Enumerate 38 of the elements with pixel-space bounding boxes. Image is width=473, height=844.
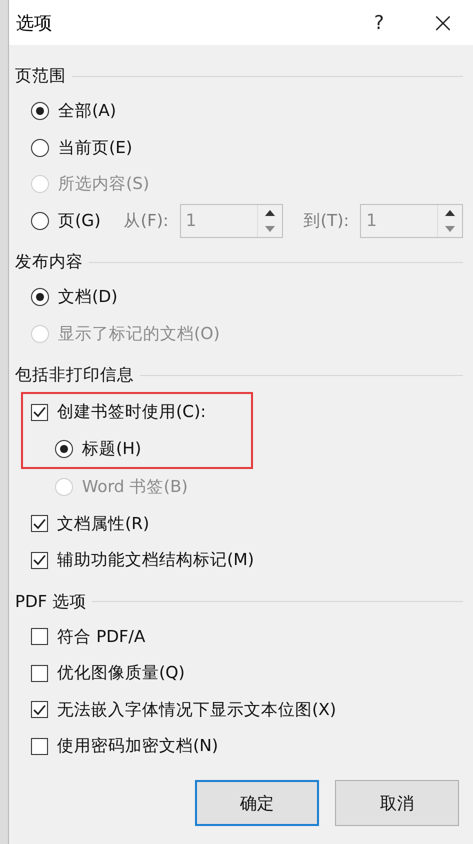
radio-button[interactable]: [31, 138, 49, 157]
checkbox[interactable]: [31, 701, 48, 718]
radio-button[interactable]: [31, 212, 49, 230]
section-title: 发布内容: [15, 251, 83, 273]
dialog-button[interactable]: 确定: [195, 780, 319, 826]
option-label: 当前页(E): [57, 136, 134, 159]
section-title: PDF 选项: [15, 590, 86, 612]
field-label: 到(T):: [304, 210, 350, 232]
option-label: 显示了标记的文档(O): [57, 322, 221, 345]
dialog-button[interactable]: 取消: [335, 780, 459, 826]
option-label: 创建书签时使用(C):: [56, 401, 207, 424]
close-button[interactable]: ×: [419, 6, 467, 39]
option-label: 页(G): [57, 210, 102, 232]
radio-button[interactable]: [31, 288, 49, 306]
option-label: 文档属性(R): [56, 512, 150, 535]
help-button[interactable]: ?: [349, 12, 409, 34]
option-label: 优化图像质量(Q): [56, 662, 186, 684]
checkbox[interactable]: [31, 664, 48, 682]
checkbox[interactable]: [31, 552, 48, 569]
option-label: 无法嵌入字体情况下显示文本位图(X): [56, 698, 338, 721]
option-label: 辅助功能文档结构标记(M): [56, 549, 256, 572]
option-label: 全部(A): [57, 100, 118, 122]
checkbox[interactable]: [31, 404, 48, 421]
option-label: 符合 PDF/A: [56, 626, 146, 648]
section-title: 页范围: [15, 65, 66, 87]
checkbox[interactable]: [31, 628, 48, 646]
radio-button[interactable]: [55, 440, 73, 458]
option-label: 标题(H): [81, 438, 142, 460]
option-label: 文档(D): [57, 286, 119, 308]
field-label: 从(F):: [124, 210, 169, 232]
option-label: 使用密码加密文档(N): [56, 735, 220, 758]
radio-button[interactable]: [31, 102, 49, 120]
option-label: 所选内容(S): [57, 173, 150, 196]
section-title: 包括非打印信息: [15, 364, 134, 386]
option-label: Word 书签(B): [81, 476, 189, 498]
checkbox[interactable]: [31, 738, 48, 755]
checkbox[interactable]: [31, 515, 48, 532]
window-title: 选项: [16, 12, 53, 34]
